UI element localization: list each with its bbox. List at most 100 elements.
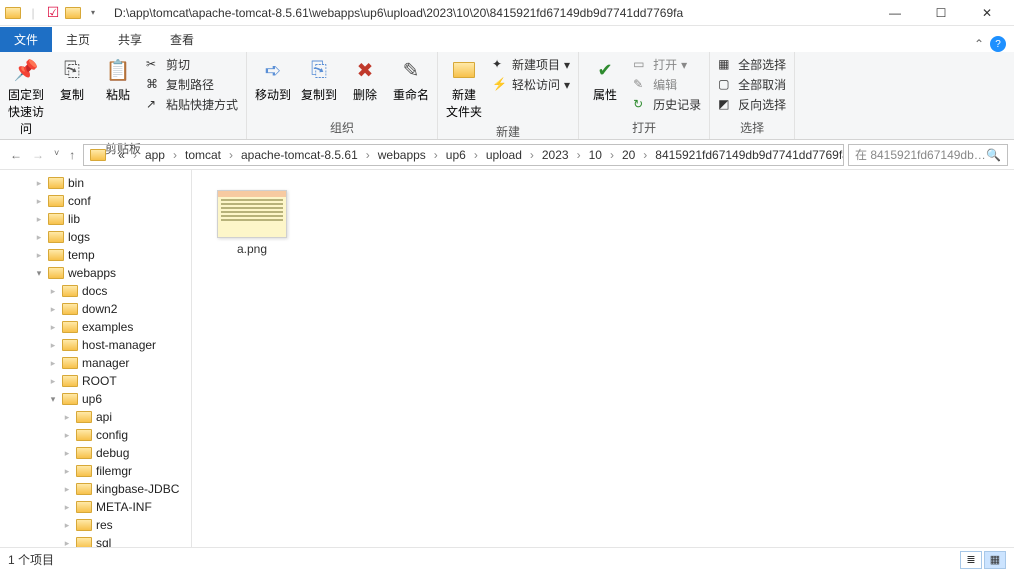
- check-icon[interactable]: ☑: [44, 4, 62, 22]
- tree-item[interactable]: ▸examples: [0, 318, 191, 336]
- help-icon[interactable]: ?: [990, 36, 1006, 52]
- cut-button[interactable]: ✂剪切: [146, 56, 238, 73]
- tree-item[interactable]: ▸logs: [0, 228, 191, 246]
- chevron-icon[interactable]: ▸: [62, 502, 72, 513]
- properties-button[interactable]: ✔属性: [583, 54, 627, 105]
- chevron-icon[interactable]: ▸: [62, 430, 72, 441]
- chevron-icon[interactable]: ▸: [34, 178, 44, 189]
- chevron-icon[interactable]: ▸: [48, 340, 58, 351]
- tree-item[interactable]: ▸down2: [0, 300, 191, 318]
- file-item[interactable]: a.png: [212, 190, 292, 256]
- ribbon-toggle-icon[interactable]: ⌃: [974, 37, 984, 51]
- tree-item[interactable]: ▸bin: [0, 174, 191, 192]
- open-button[interactable]: ▭打开 ▾: [633, 56, 701, 73]
- folder-open-icon[interactable]: [64, 4, 82, 22]
- forward-button[interactable]: →: [32, 148, 44, 162]
- details-view-button[interactable]: ≣: [960, 551, 982, 569]
- breadcrumb-root-icon[interactable]: [84, 149, 112, 161]
- tree-item[interactable]: ▸config: [0, 426, 191, 444]
- paste-button[interactable]: 📋 粘贴: [96, 54, 140, 105]
- tab-view[interactable]: 查看: [156, 27, 208, 52]
- tree-item[interactable]: ▸manager: [0, 354, 191, 372]
- tab-file[interactable]: 文件: [0, 27, 52, 52]
- rename-button[interactable]: ✎重命名: [389, 54, 433, 105]
- new-folder-button[interactable]: 新建 文件夹: [442, 54, 486, 122]
- chevron-icon[interactable]: ▸: [62, 448, 72, 459]
- copy-path-button[interactable]: ⌘复制路径: [146, 76, 238, 93]
- chevron-icon[interactable]: ▾: [48, 394, 58, 405]
- chevron-icon[interactable]: ▸: [62, 466, 72, 477]
- new-item-button[interactable]: ✦新建项目 ▾: [492, 56, 570, 73]
- chevron-icon[interactable]: ▸: [48, 304, 58, 315]
- tree-item[interactable]: ▸res: [0, 516, 191, 534]
- chevron-icon[interactable]: ▸: [62, 520, 72, 531]
- breadcrumb-bar[interactable]: «›app›tomcat›apache-tomcat-8.5.61›webapp…: [83, 144, 844, 166]
- chevron-icon[interactable]: ▸: [34, 250, 44, 261]
- search-input[interactable]: 在 8415921fd67149db9d7... 🔍: [848, 144, 1008, 166]
- up-button[interactable]: ↑: [69, 148, 75, 162]
- tree-item-label: webapps: [68, 266, 116, 280]
- tree-item[interactable]: ▸conf: [0, 192, 191, 210]
- chevron-icon[interactable]: ▾: [34, 268, 44, 279]
- close-button[interactable]: ✕: [964, 0, 1010, 26]
- history-icon: ↻: [633, 97, 649, 113]
- edit-button[interactable]: ✎编辑: [633, 76, 701, 93]
- move-to-button[interactable]: ➪移动到: [251, 54, 295, 105]
- copy-button[interactable]: ⎘ 复制: [50, 54, 94, 105]
- chevron-icon[interactable]: ▸: [48, 322, 58, 333]
- tree-item[interactable]: ▸host-manager: [0, 336, 191, 354]
- tab-share[interactable]: 共享: [104, 27, 156, 52]
- chevron-icon[interactable]: ▸: [34, 232, 44, 243]
- breadcrumb-segment[interactable]: tomcat: [179, 148, 227, 162]
- tree-item[interactable]: ▸lib: [0, 210, 191, 228]
- tree-item[interactable]: ▸docs: [0, 282, 191, 300]
- chevron-icon[interactable]: ▸: [62, 412, 72, 423]
- breadcrumb-segment[interactable]: apache-tomcat-8.5.61: [235, 148, 364, 162]
- breadcrumb-segment[interactable]: «: [112, 148, 131, 162]
- content-pane[interactable]: a.png: [192, 170, 1014, 547]
- tab-home[interactable]: 主页: [52, 27, 104, 52]
- breadcrumb-segment[interactable]: webapps: [372, 148, 432, 162]
- tree-item[interactable]: ▸ROOT: [0, 372, 191, 390]
- breadcrumb-segment[interactable]: 2023: [536, 148, 575, 162]
- select-all-button[interactable]: ▦全部选择: [718, 56, 786, 73]
- chevron-icon[interactable]: ▸: [34, 214, 44, 225]
- breadcrumb-segment[interactable]: app: [139, 148, 171, 162]
- chevron-icon[interactable]: ▸: [48, 376, 58, 387]
- folder-tree[interactable]: ▸bin▸conf▸lib▸logs▸temp ▾ webapps ▸docs▸dow…: [0, 170, 192, 547]
- chevron-icon[interactable]: ▸: [48, 358, 58, 369]
- folder-icon: [62, 285, 78, 297]
- easy-access-button[interactable]: ⚡轻松访问 ▾: [492, 76, 570, 93]
- breadcrumb-segment[interactable]: 8415921fd67149db9d7741dd7769fadd: [649, 148, 844, 162]
- tiles-view-button[interactable]: ▦: [984, 551, 1006, 569]
- recent-dropdown[interactable]: ˅: [54, 148, 59, 162]
- history-button[interactable]: ↻历史记录: [633, 96, 701, 113]
- back-button[interactable]: ←: [10, 148, 22, 162]
- breadcrumb-segment[interactable]: upload: [480, 148, 528, 162]
- invert-selection-button[interactable]: ◩反向选择: [718, 96, 786, 113]
- chevron-icon[interactable]: ▸: [48, 286, 58, 297]
- breadcrumb-segment[interactable]: 20: [616, 148, 641, 162]
- tree-item[interactable]: ▸META-INF: [0, 498, 191, 516]
- tree-item[interactable]: ▸api: [0, 408, 191, 426]
- delete-button[interactable]: ✖删除: [343, 54, 387, 105]
- tree-item[interactable]: ▸kingbase-JDBC: [0, 480, 191, 498]
- tree-item[interactable]: ▸filemgr: [0, 462, 191, 480]
- chevron-icon[interactable]: ▸: [62, 484, 72, 495]
- tree-item[interactable]: ▸temp: [0, 246, 191, 264]
- pin-quick-access-button[interactable]: 📌 固定到 快速访问: [4, 54, 48, 139]
- tree-item[interactable]: ▾up6: [0, 390, 191, 408]
- paste-shortcut-button[interactable]: ↗粘贴快捷方式: [146, 96, 238, 113]
- select-none-button[interactable]: ▢全部取消: [718, 76, 786, 93]
- maximize-button[interactable]: ☐: [918, 0, 964, 26]
- tree-item[interactable]: ▾ webapps: [0, 264, 191, 282]
- copy-to-button[interactable]: ⎘复制到: [297, 54, 341, 105]
- breadcrumb-segment[interactable]: up6: [440, 148, 472, 162]
- breadcrumb-segment[interactable]: 10: [583, 148, 608, 162]
- tree-item[interactable]: ▸debug: [0, 444, 191, 462]
- chevron-icon[interactable]: ▸: [62, 538, 72, 548]
- qat-dropdown-icon[interactable]: ▾: [84, 4, 102, 22]
- chevron-icon[interactable]: ▸: [34, 196, 44, 207]
- minimize-button[interactable]: —: [872, 0, 918, 26]
- tree-item[interactable]: ▸sql: [0, 534, 191, 547]
